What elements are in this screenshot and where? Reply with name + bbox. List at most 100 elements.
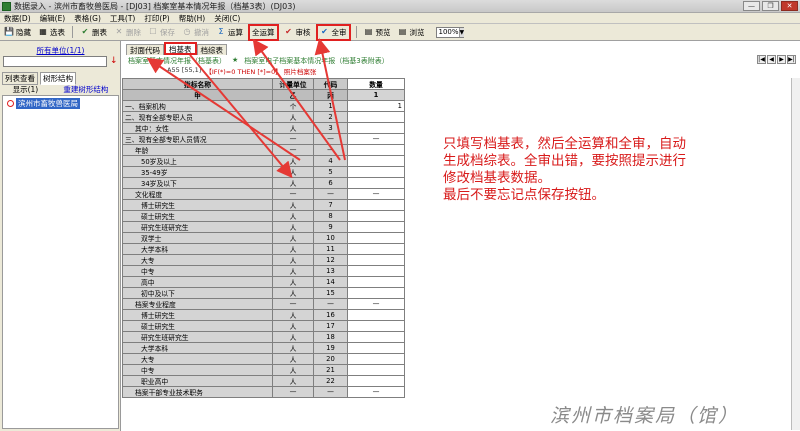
quantity-cell[interactable] (347, 122, 405, 134)
quantity-cell[interactable]: — (347, 133, 405, 145)
quantity-cell[interactable] (347, 254, 405, 266)
quantity-cell[interactable] (347, 144, 405, 156)
quantity-cell[interactable] (347, 265, 405, 277)
menu-close[interactable]: 关闭(C) (214, 13, 240, 24)
check-icon: ✔ (321, 27, 328, 36)
save-label: 保存 (160, 27, 175, 37)
subtab-electronic[interactable]: 档案室电子档案基本情况年报（档基3表附表） (244, 56, 388, 65)
node-icon (7, 100, 14, 107)
audit-button[interactable]: ✔ 审核 (282, 25, 313, 39)
unit-cell: 人 (272, 265, 314, 277)
tree-item-unit[interactable]: 滨州市畜牧兽医局 (7, 98, 80, 109)
maximize-button[interactable]: ❐ (762, 1, 779, 11)
quantity-cell[interactable] (347, 221, 405, 233)
rebuild-tree-link[interactable]: 重建树形结构 (63, 84, 108, 95)
quantity-cell[interactable] (347, 353, 405, 365)
quantity-cell[interactable] (347, 287, 405, 299)
audit-all-button[interactable]: ✔ 全审 (315, 23, 351, 41)
window-controls: — ❐ ✕ (743, 1, 798, 11)
quantity-cell[interactable] (347, 111, 405, 123)
delete-table-button[interactable]: ✔ 删表 (78, 25, 109, 39)
code-cell: — (313, 188, 348, 200)
instruction-note: 只填写档基表，然后全运算和全审，自动 生成档综表。全审出错，要按照提示进行 修改… (443, 136, 763, 204)
calculate-all-button[interactable]: 全运算 (248, 23, 279, 41)
quantity-cell[interactable] (347, 375, 405, 387)
quantity-cell[interactable] (347, 232, 405, 244)
formula-text: 【IF(*)=0 THEN [*]=0】 照片档案张 (205, 68, 317, 76)
quantity-cell[interactable] (347, 177, 405, 189)
unit-cell: — (272, 298, 314, 310)
save-button[interactable]: ☐ 保存 (146, 25, 177, 39)
quantity-cell[interactable] (347, 276, 405, 288)
quantity-cell[interactable] (347, 320, 405, 332)
tab-archive-basic[interactable]: 档基表 (164, 42, 197, 55)
indicator-name-cell: 双学士 (122, 232, 273, 244)
tab-archive-summary[interactable]: 档综表 (196, 44, 227, 55)
unit-cell: 人 (272, 342, 314, 354)
quantity-cell[interactable] (347, 199, 405, 211)
table-row: 档案专业程度 — — — (122, 298, 405, 310)
quantity-cell[interactable] (347, 309, 405, 321)
note-line: 最后不要忘记点保存按钮。 (443, 187, 605, 203)
arrow-down-icon[interactable]: ↓ (110, 56, 119, 67)
quantity-cell[interactable] (347, 342, 405, 354)
column-subheader: 乙 (272, 89, 314, 101)
all-units-link[interactable]: 所有单位(1/1) (0, 45, 121, 56)
hide-button[interactable]: 💾 隐藏 (2, 25, 33, 39)
window-title: 数据录入 - 滨州市畜牧兽医局 - [DJ03] 档案室基本情况年报（档基3表）… (14, 1, 296, 11)
menu-tools[interactable]: 工具(T) (110, 13, 135, 24)
unit-search-input[interactable] (3, 56, 107, 67)
table-row: 中专人 13 (122, 265, 405, 277)
undo-icon: ◷ (183, 27, 191, 36)
app-icon (2, 1, 11, 11)
quantity-cell[interactable]: — (347, 386, 405, 398)
unit-cell: 人 (272, 287, 314, 299)
table-row: 博士研究生人 16 (122, 309, 405, 321)
indicator-name-cell: 三、现有全部专职人员情况 (122, 133, 273, 145)
quantity-cell[interactable] (347, 210, 405, 222)
browse-button[interactable]: ▤ 浏览 (396, 25, 427, 39)
close-button[interactable]: ✕ (781, 1, 798, 11)
indicator-name-cell: 二、现有全部专职人员 (122, 111, 273, 123)
code-cell: 16 (313, 309, 348, 321)
table-row: 博士研究生人 7 (122, 199, 405, 211)
zoom-select[interactable]: 100% ▼ (435, 26, 465, 38)
delete-button[interactable]: ✕ 删除 (112, 25, 143, 39)
preview-icon: ▤ (364, 27, 373, 36)
select-table-button[interactable]: ▦ 选表 (36, 25, 67, 39)
menu-data[interactable]: 数据(D) (4, 13, 31, 24)
formula-bar: A55 [55,1] 【IF(*)=0 THEN [*]=0】 照片档案张 (122, 66, 800, 76)
menu-edit[interactable]: 编辑(E) (40, 13, 66, 24)
x-icon: ✕ (115, 27, 123, 36)
calculate-button[interactable]: Σ 运算 (214, 25, 245, 39)
menu-table[interactable]: 表格(G) (74, 13, 101, 24)
minimize-button[interactable]: — (743, 1, 760, 11)
quantity-cell[interactable] (347, 243, 405, 255)
menu-help[interactable]: 帮助(H) (179, 13, 206, 24)
report-area: 封面代码 档基表 档综表 |◀ ◀ ▶ ▶| 档案室基本情况年报（档基表） ★ … (122, 41, 800, 431)
audit-all-label: 全审 (331, 27, 347, 37)
unit-cell: 人 (272, 210, 314, 222)
menu-print[interactable]: 打印(P) (144, 13, 169, 24)
code-cell: 11 (313, 243, 348, 255)
quantity-cell[interactable]: — (347, 188, 405, 200)
quantity-cell[interactable]: 1 (347, 100, 405, 112)
unit-cell: 人 (272, 320, 314, 332)
undo-button[interactable]: ◷ 撤消 (180, 25, 211, 39)
quantity-cell[interactable]: — (347, 298, 405, 310)
quantity-cell[interactable] (347, 155, 405, 167)
quantity-cell[interactable] (347, 364, 405, 376)
subtab-basic[interactable]: 档案室基本情况年报（档基表） (128, 56, 226, 65)
table-row: 三、现有全部专职人员情况 — — — (122, 133, 405, 145)
vertical-scrollbar[interactable] (791, 78, 800, 430)
indicator-name-cell: 大学本科 (122, 243, 273, 255)
indicator-name-cell: 文化程度 (122, 188, 273, 200)
indicator-name-cell: 研究生班研究生 (122, 331, 273, 343)
quantity-cell[interactable] (347, 166, 405, 178)
preview-button[interactable]: ▤ 预览 (362, 25, 393, 39)
indicator-name-cell: 高中 (122, 276, 273, 288)
quantity-cell[interactable] (347, 331, 405, 343)
header-row-2: 甲 乙 丙 1 (122, 89, 405, 101)
chevron-down-icon[interactable]: ▼ (458, 27, 465, 37)
tab-cover-code[interactable]: 封面代码 (126, 44, 164, 55)
